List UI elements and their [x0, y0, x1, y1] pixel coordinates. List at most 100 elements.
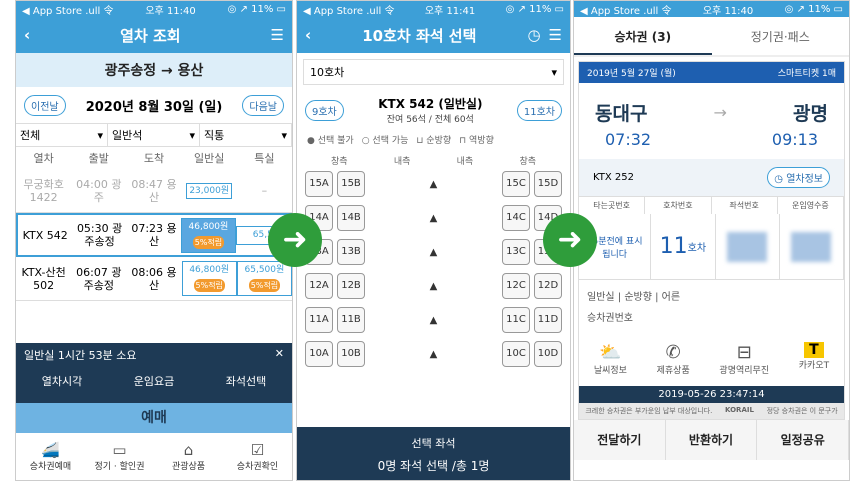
- icon-label: 카카오T: [798, 361, 830, 371]
- seat[interactable]: 14C: [501, 205, 530, 231]
- status-bar: ◀ App Store .ull 令 오후 11:41 ◎ ↗ 11% ▭: [297, 1, 570, 17]
- price-button[interactable]: 46,800원 5%적립: [181, 261, 237, 296]
- side-label: 창측: [519, 157, 536, 167]
- status-left: ◀ App Store .ull 令: [303, 5, 395, 17]
- chevron-down-icon: ▾: [189, 128, 195, 142]
- seat[interactable]: 10C: [501, 341, 530, 367]
- seat[interactable]: 12D: [533, 273, 562, 299]
- date-label: 2020년 8월 30일 (일): [85, 99, 223, 115]
- selection-count: 0명 좌석 선택 /총 1명: [377, 459, 490, 473]
- share-schedule-button[interactable]: 일정공유: [757, 420, 849, 460]
- page-title: 열차 조회: [120, 26, 181, 45]
- seat[interactable]: 13C: [501, 239, 530, 265]
- kakaot-button[interactable]: T 카카오T: [799, 342, 829, 376]
- filter-type[interactable]: 전체 ▾: [16, 124, 108, 146]
- arr-time: 09:13: [771, 130, 818, 149]
- coupon-badge: 5%적립: [192, 235, 225, 249]
- seat-map: 창측 내측 내측 창측 15A 15B ▲ 15C 15D 14A 14B ▲ 14C 14D 13…: [297, 150, 570, 375]
- close-icon[interactable]: ✕: [275, 347, 284, 363]
- dep-time: 05:30 광주송정: [76, 222, 123, 248]
- seat-rows: 15A15B▲15C15D14A14B▲14C14D13A13B▲13C13D1…: [305, 167, 562, 371]
- fare-button[interactable]: 운임요금: [134, 373, 174, 389]
- price-label: 46,800원: [188, 221, 229, 232]
- weather-button[interactable]: ⛅ 날씨정보: [594, 342, 627, 376]
- seat[interactable]: 12B: [337, 273, 365, 299]
- status-bar: ◀ App Store .ull 令 오후 11:40 ◎ ↗ 11% ▭: [16, 1, 292, 17]
- share-ticket-button[interactable]: 전달하기: [574, 420, 666, 460]
- partner-button[interactable]: ✆ 제휴상품: [657, 342, 690, 376]
- seat[interactable]: 12C: [501, 273, 530, 299]
- seat-select-button[interactable]: 좌석선택: [226, 373, 266, 389]
- clock-icon: ◷: [774, 174, 783, 185]
- ticket-screen: ◀ App Store .ull 令 오후 11:40 ◎ ↗ 11% ▭ 승차…: [573, 0, 850, 481]
- menu-icon[interactable]: ☰: [271, 26, 284, 44]
- seat[interactable]: 14B: [337, 205, 365, 231]
- filter-class[interactable]: 일반석 ▾: [108, 124, 200, 146]
- table-row[interactable]: KTX-산천 502 06:07 광주송정 08:06 용산 46,800원 5%…: [16, 257, 292, 301]
- seat[interactable]: 10D: [533, 341, 562, 367]
- header: ◀ App Store .ull 令 오후 11:41 ◎ ↗ 11% ▭ ‹ …: [297, 1, 570, 53]
- nav-check[interactable]: ☑ 승차권확인: [223, 437, 292, 480]
- legend-available: ○ 선택 가능: [361, 136, 409, 146]
- tab-pass[interactable]: 정기권·패스: [712, 17, 850, 55]
- stations: 동대구 → 광명: [579, 83, 844, 130]
- timetable-button[interactable]: 열차시각: [42, 373, 82, 389]
- train-name: KTX 542: [22, 228, 68, 242]
- chevron-down-icon: ▾: [97, 128, 103, 142]
- nav-tour[interactable]: ⌂ 관광상품: [154, 437, 223, 480]
- next-car-button[interactable]: 11호차: [516, 99, 562, 121]
- seat[interactable]: 15A: [305, 171, 333, 197]
- refund-button[interactable]: 반환하기: [665, 420, 758, 460]
- clock-icon[interactable]: ◷: [527, 26, 540, 44]
- seat[interactable]: 11D: [533, 307, 562, 333]
- coupon-badge: 5%적립: [193, 279, 225, 292]
- car-select[interactable]: 10호차 ▾: [303, 59, 564, 85]
- nav-pass[interactable]: ▭ 정기 · 할인권: [85, 437, 154, 480]
- price-button[interactable]: 23,000원: [186, 183, 233, 199]
- korail-logo: KORAIL: [725, 406, 754, 414]
- receipt[interactable]: [780, 214, 844, 279]
- train-name: KTX 542 (일반실): [378, 97, 483, 111]
- seat[interactable]: 15C: [501, 171, 530, 197]
- limousine-button[interactable]: ⊟ 광명역리무진: [719, 342, 769, 376]
- train-name: 무궁화호 1422: [23, 177, 64, 204]
- seat-class: 일반실 | 순방향 | 어른: [587, 292, 681, 303]
- seat[interactable]: 11B: [337, 307, 365, 333]
- legend-label: 선택 가능: [372, 136, 409, 146]
- filter-direct[interactable]: 직통 ▾: [200, 124, 292, 146]
- title-bar: ‹ 10호차 좌석 선택 ◷ ☰: [297, 17, 570, 53]
- menu-icon[interactable]: ☰: [549, 26, 562, 44]
- special-price-button[interactable]: 65,500원 5%적립: [236, 261, 292, 296]
- legend-label: 역방향: [469, 136, 494, 146]
- seat[interactable]: 10B: [337, 341, 365, 367]
- chevron-down-icon: ▾: [551, 65, 557, 79]
- seat[interactable]: 10A: [305, 341, 333, 367]
- tab-tickets[interactable]: 승차권 (3): [574, 17, 712, 55]
- info-headers: 타는곳번호 호차번호 좌석번호 운임영수증: [579, 196, 844, 214]
- filter-label: 일반석: [112, 129, 143, 142]
- prev-day-button[interactable]: 이전날: [24, 94, 66, 116]
- seat[interactable]: 11C: [501, 307, 530, 333]
- date-row: 이전날 2020년 8월 30일 (일) 다음날: [16, 87, 292, 123]
- special-label: 65,500원: [244, 265, 285, 275]
- book-button[interactable]: 예매: [16, 403, 292, 433]
- seat[interactable]: 15D: [533, 171, 562, 197]
- seat[interactable]: 15B: [337, 171, 365, 197]
- price-button[interactable]: 46,800원 5%적립: [181, 217, 236, 253]
- col-train: 열차: [33, 152, 54, 165]
- seat-row: 15A 15B ▲ 15C 15D: [305, 167, 562, 201]
- next-day-button[interactable]: 다음날: [242, 94, 284, 116]
- seat-row: 12A 12B ▲ 12C 12D: [305, 269, 562, 303]
- ticket-tabs: 승차권 (3) 정기권·패스: [574, 17, 849, 57]
- direction-icon: ▲: [429, 280, 438, 292]
- table-row-selected[interactable]: KTX 542 05:30 광주송정 07:23 용산 46,800원 5%적립 …: [16, 213, 292, 257]
- seat-pair: 15C 15D: [501, 171, 562, 197]
- nav-booking[interactable]: 🚄 승차권예매: [16, 437, 85, 480]
- seat[interactable]: 11A: [305, 307, 333, 333]
- seat[interactable]: 13B: [337, 239, 365, 265]
- seat[interactable]: 12A: [305, 273, 333, 299]
- table-row[interactable]: 무궁화호 1422 04:00 광주 08:47 용산 23,000원 –: [16, 169, 292, 213]
- prev-car-button[interactable]: 9호차: [305, 99, 344, 121]
- ticket-icon: ▭: [112, 441, 127, 459]
- train-info-button[interactable]: ◷ 열차정보: [767, 167, 830, 188]
